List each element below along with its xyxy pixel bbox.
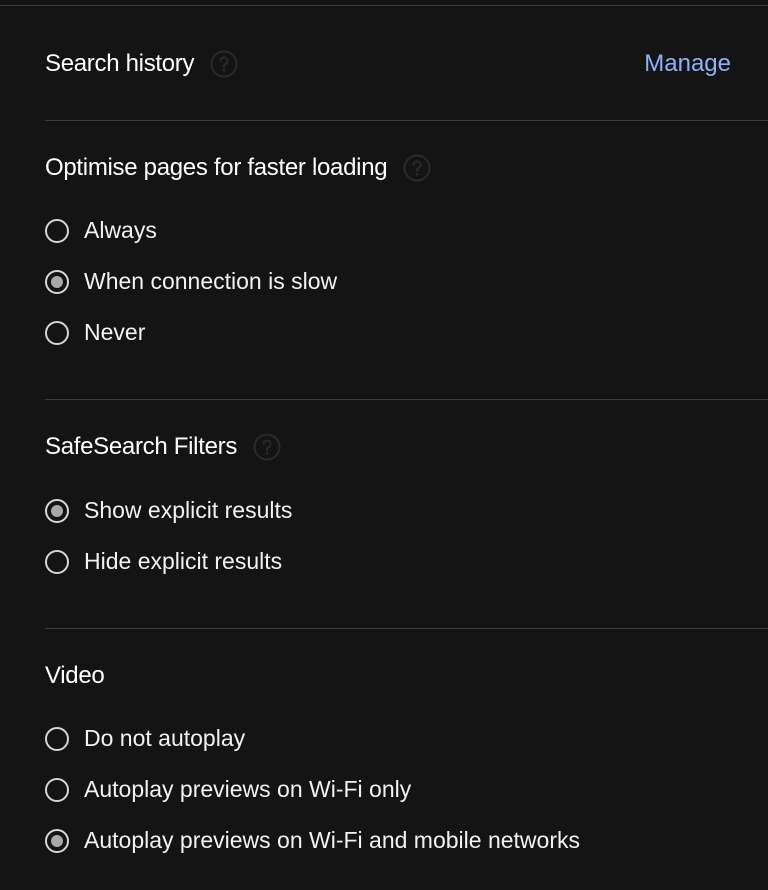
radio-unselected-icon[interactable] — [45, 777, 69, 802]
option-show-explicit[interactable]: Show explicit results — [45, 485, 768, 536]
radio-selected-icon[interactable] — [45, 498, 69, 523]
video-section: Video — [45, 656, 768, 696]
search-history-header: Search history Manage — [45, 44, 768, 84]
radio-unselected-icon[interactable] — [45, 320, 69, 345]
video-header: Video — [45, 656, 768, 696]
video-title: Video — [45, 662, 105, 689]
option-label: Autoplay previews on Wi-Fi and mobile ne… — [84, 827, 580, 853]
search-history-title: Search history — [45, 50, 195, 77]
option-label: Never — [84, 319, 146, 345]
option-label: Always — [84, 217, 157, 243]
help-circle-icon[interactable] — [403, 154, 431, 182]
option-autoplay-wifi-only[interactable]: Autoplay previews on Wi-Fi only — [45, 764, 768, 815]
section-divider — [45, 120, 768, 121]
manage-search-history-link[interactable]: Manage — [644, 50, 731, 78]
radio-selected-icon[interactable] — [45, 828, 69, 853]
radio-unselected-icon[interactable] — [45, 218, 69, 243]
optimise-pages-title: Optimise pages for faster loading — [45, 154, 388, 181]
help-circle-icon[interactable] — [253, 433, 281, 461]
optimise-pages-header: Optimise pages for faster loading — [45, 148, 768, 188]
optimise-pages-options: Always When connection is slow Never — [45, 205, 768, 358]
safesearch-section: SafeSearch Filters — [45, 427, 768, 467]
optimise-pages-section: Optimise pages for faster loading — [45, 148, 768, 188]
option-label: When connection is slow — [84, 268, 338, 294]
option-hide-explicit[interactable]: Hide explicit results — [45, 536, 768, 587]
section-divider — [45, 628, 768, 629]
option-label: Do not autoplay — [84, 725, 246, 751]
option-do-not-autoplay[interactable]: Do not autoplay — [45, 713, 768, 764]
option-label: Autoplay previews on Wi-Fi only — [84, 776, 412, 802]
top-divider — [0, 5, 768, 6]
option-autoplay-wifi-mobile[interactable]: Autoplay previews on Wi-Fi and mobile ne… — [45, 815, 768, 866]
option-when-connection-slow[interactable]: When connection is slow — [45, 256, 768, 307]
radio-unselected-icon[interactable] — [45, 726, 69, 751]
option-label: Show explicit results — [84, 497, 293, 523]
help-circle-icon[interactable] — [210, 50, 238, 78]
option-always[interactable]: Always — [45, 205, 768, 256]
search-history-section: Search history Manage — [45, 44, 768, 84]
section-divider — [45, 399, 768, 400]
safesearch-title: SafeSearch Filters — [45, 433, 238, 460]
radio-unselected-icon[interactable] — [45, 549, 69, 574]
safesearch-header: SafeSearch Filters — [45, 427, 768, 467]
safesearch-options: Show explicit results Hide explicit resu… — [45, 485, 768, 587]
video-options: Do not autoplay Autoplay previews on Wi-… — [45, 713, 768, 866]
radio-selected-icon[interactable] — [45, 269, 69, 294]
option-never[interactable]: Never — [45, 307, 768, 358]
option-label: Hide explicit results — [84, 548, 283, 574]
